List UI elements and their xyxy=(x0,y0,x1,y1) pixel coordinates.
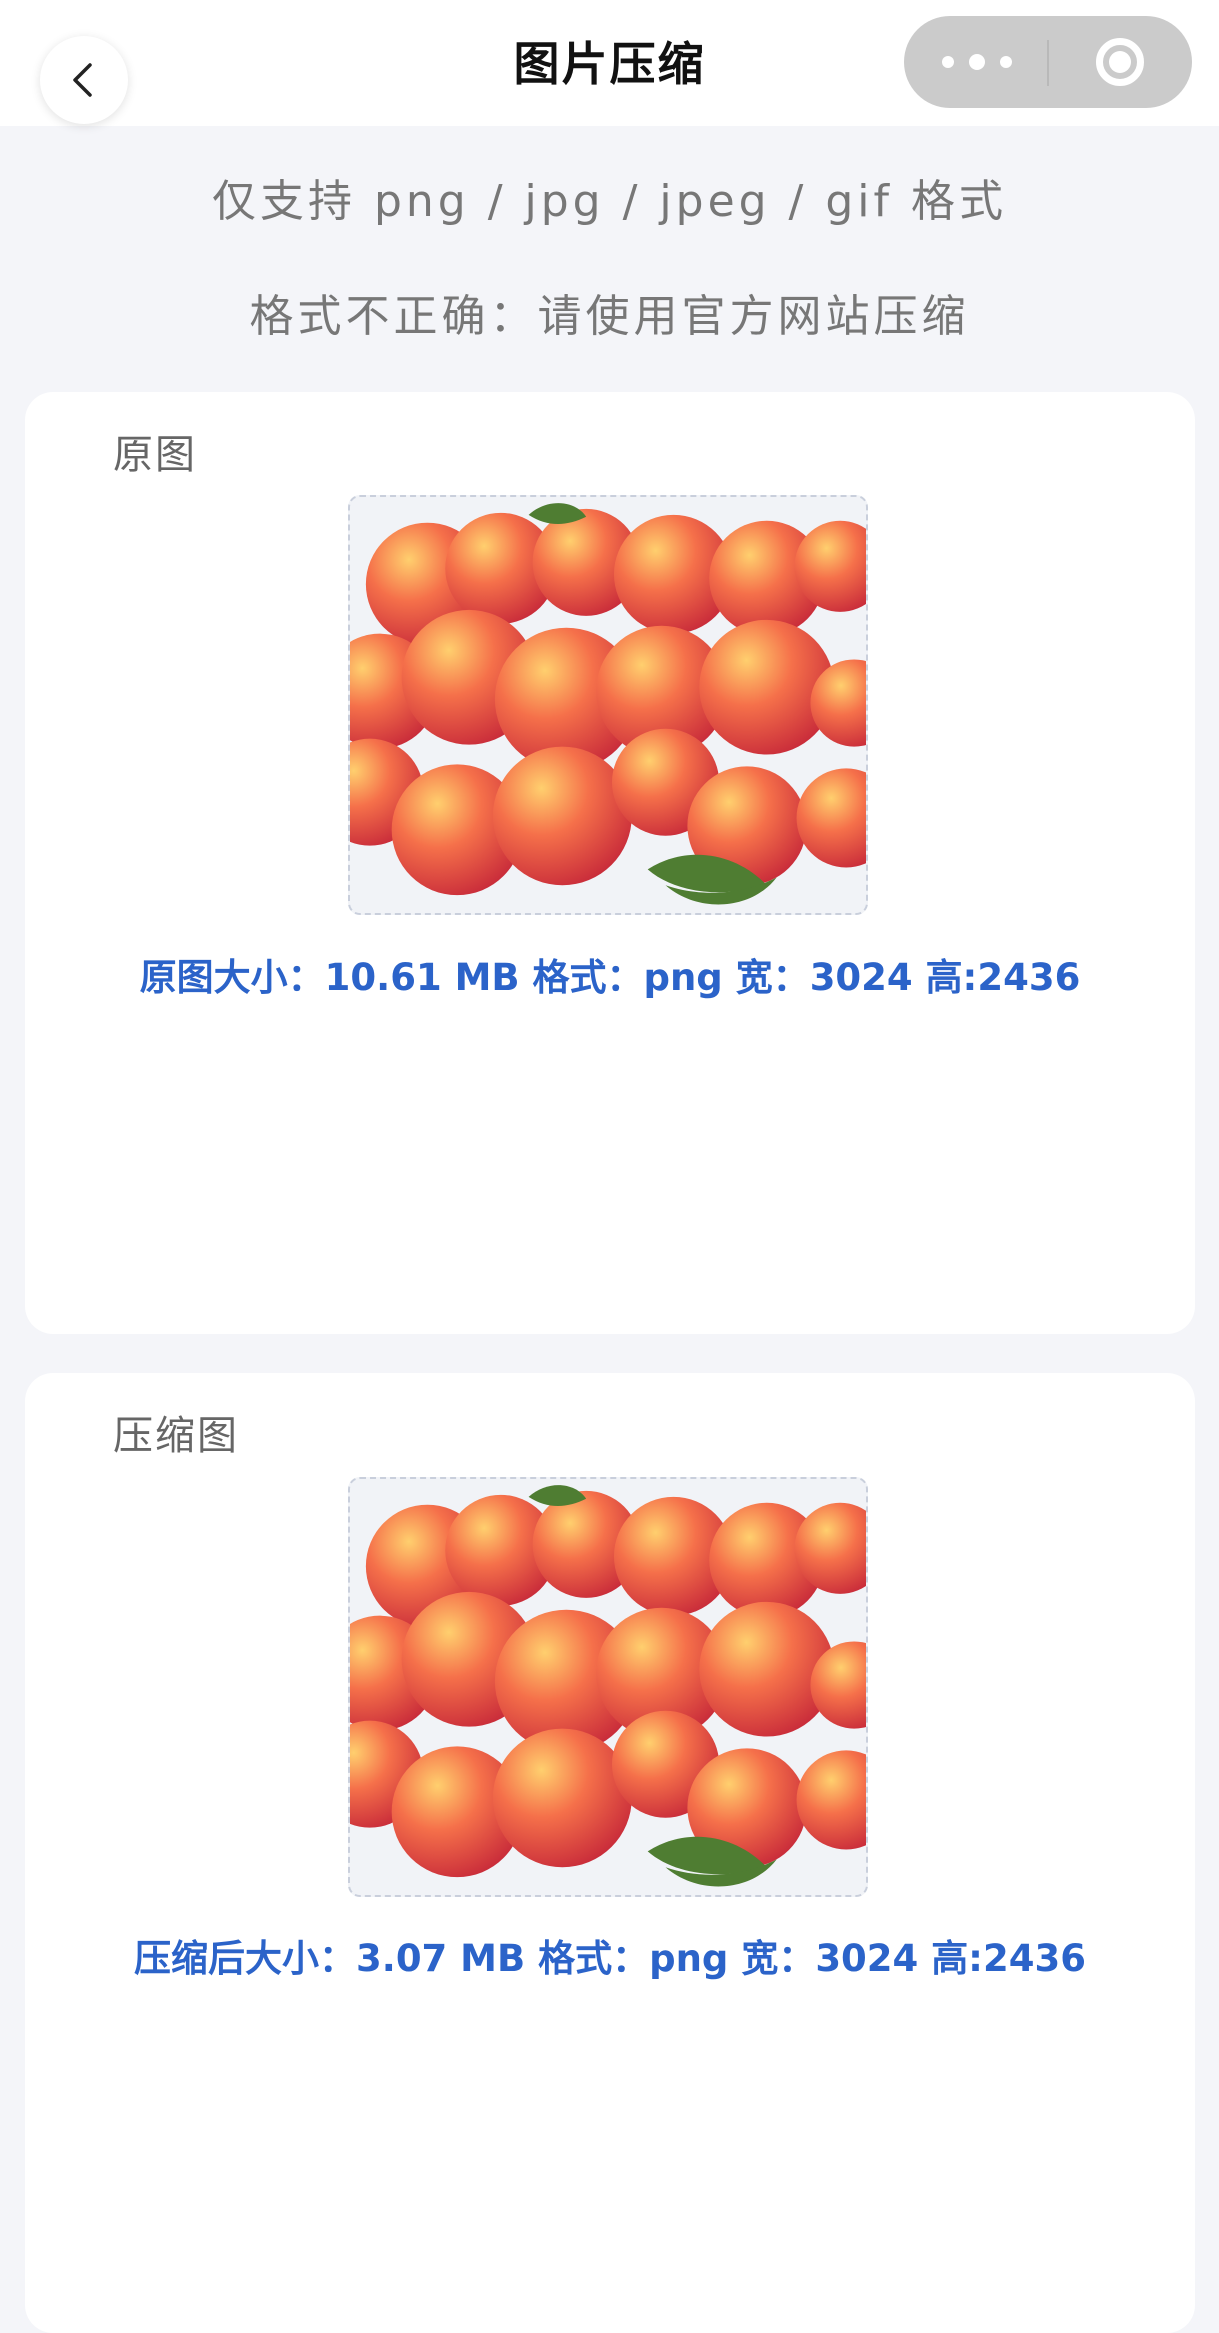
incorrect-format-notice: 格式不正确：请使用官方网站压缩 xyxy=(249,291,970,342)
compressed-image[interactable] xyxy=(348,1477,868,1897)
original-height-label: 高: xyxy=(925,956,978,999)
original-height: 2436 xyxy=(977,956,1081,999)
original-width-label: 宽： xyxy=(735,956,810,999)
original-format-label: 格式： xyxy=(532,956,644,999)
compressed-format-label: 格式： xyxy=(538,1937,650,1980)
compressed-format: png xyxy=(649,1937,729,1980)
supported-formats-notice: 仅支持 png / jpg / jpeg / gif 格式 xyxy=(212,176,1007,227)
compressed-image-card: 压缩图 压缩后大小：3.07 MB 格式：png 宽：3024 高:2436 xyxy=(25,1373,1195,2333)
original-image-card: 原图 原图大小：10.61 MB 格式：png 宽：3024 高:2436 xyxy=(25,392,1195,1334)
more-icon[interactable] xyxy=(942,46,1012,78)
compressed-size: 3.07 MB xyxy=(356,1937,526,1980)
original-format: png xyxy=(643,956,723,999)
menu-capsule xyxy=(904,16,1192,108)
close-target-icon[interactable] xyxy=(1096,38,1144,86)
original-image[interactable] xyxy=(348,495,868,915)
original-label: 原图 xyxy=(113,432,197,478)
compressed-label: 压缩图 xyxy=(113,1413,239,1459)
nav-bar: 图片压缩 xyxy=(0,0,1219,126)
compressed-height: 2436 xyxy=(982,1937,1086,1980)
compressed-info: 压缩后大小：3.07 MB 格式：png 宽：3024 高:2436 xyxy=(25,1928,1195,1982)
original-size-label: 原图大小： xyxy=(139,956,325,999)
compressed-height-label: 高: xyxy=(931,1937,983,1980)
original-info: 原图大小：10.61 MB 格式：png 宽：3024 高:2436 xyxy=(25,947,1195,1001)
capsule-divider xyxy=(1047,40,1049,86)
original-width: 3024 xyxy=(809,956,913,999)
original-size: 10.61 MB xyxy=(324,956,520,999)
compressed-width: 3024 xyxy=(815,1937,919,1980)
compressed-size-label: 压缩后大小： xyxy=(134,1937,357,1980)
compressed-width-label: 宽： xyxy=(741,1937,816,1980)
